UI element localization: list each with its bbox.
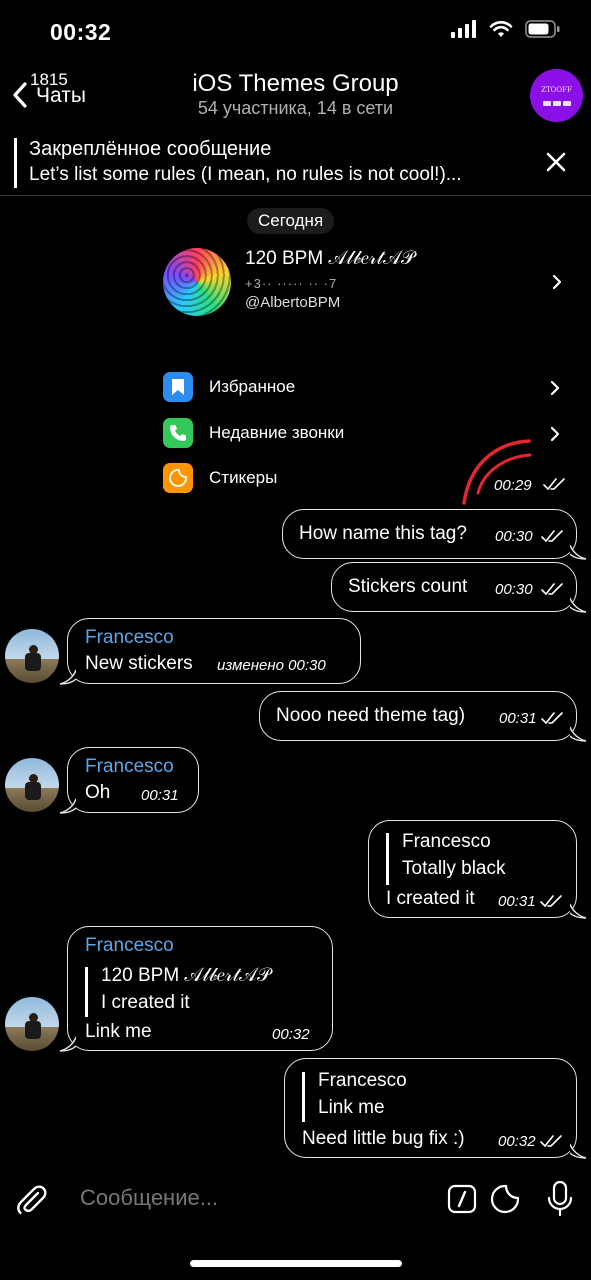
annotation-scribble <box>462 439 532 505</box>
message-text: How name this tag? <box>299 523 467 544</box>
message-text: New stickers <box>85 653 193 674</box>
reply-preview[interactable]: Francesco Link me <box>302 1070 562 1124</box>
message-bubble-outgoing[interactable]: Stickers count 00:30 <box>331 562 577 612</box>
message-time: 00:31 <box>141 787 179 804</box>
message-time: 00:31 <box>499 710 537 727</box>
menu-item-label: Недавние звонки <box>209 423 345 442</box>
message-time: 00:31 <box>498 893 536 910</box>
bubble-tail <box>59 1036 76 1052</box>
reply-preview[interactable]: 120 BPM 𝒜𝓁𝒷𝑒𝓇𝓉𝒜𝒫 I created it <box>85 965 320 1019</box>
phone-icon <box>163 418 193 448</box>
message-text: I created it <box>386 888 475 909</box>
sticker-icon <box>163 463 193 493</box>
message-time: 00:32 <box>272 1026 310 1043</box>
bubble-tail <box>570 1143 587 1159</box>
reply-accent-bar <box>85 967 88 1017</box>
bubble-tail <box>59 669 76 685</box>
reply-preview[interactable]: Francesco Totally black <box>386 831 566 885</box>
message-text: Nooo need theme tag) <box>276 705 466 726</box>
close-icon[interactable] <box>544 150 568 174</box>
message-text: Need little bug fix :) <box>302 1128 465 1149</box>
reply-author: Francesco <box>402 831 491 852</box>
profile-name: 120 BPM 𝒜𝓁𝒷𝑒𝓇𝓉𝒜𝒫 <box>245 248 415 269</box>
bubble-tail <box>570 544 587 560</box>
message-time: изменено 00:30 <box>217 657 326 674</box>
slash-command-icon[interactable] <box>447 1184 477 1214</box>
pinned-text: Let’s list some rules (I mean, no rules … <box>29 164 462 185</box>
reply-text: I created it <box>101 992 190 1013</box>
home-indicator[interactable] <box>190 1260 402 1267</box>
chevron-right-icon <box>550 380 560 396</box>
profile-avatar[interactable] <box>163 248 231 316</box>
double-check-icon <box>541 530 563 543</box>
pinned-message[interactable]: Закреплённое сообщение Let’s list some r… <box>0 134 591 196</box>
double-check-icon <box>541 712 563 725</box>
pinned-title: Закреплённое сообщение <box>29 138 272 160</box>
message-input[interactable]: Сообщение... <box>80 1185 218 1211</box>
chat-subtitle: 54 участника, 14 в сети <box>197 98 394 118</box>
message-text: Link me <box>85 1021 152 1042</box>
cellular-signal-icon <box>451 20 476 38</box>
chat-title[interactable]: iOS Themes Group <box>0 70 591 98</box>
sender-avatar[interactable] <box>5 629 59 683</box>
menu-item-label: Стикеры <box>209 468 278 487</box>
bubble-tail <box>570 726 587 742</box>
pinned-accent-bar <box>14 138 17 188</box>
message-bubble-incoming[interactable]: Francesco New stickers изменено 00:30 <box>67 618 361 684</box>
message-text: Stickers count <box>348 576 468 597</box>
message-text: Oh <box>85 782 111 803</box>
reply-text: Totally black <box>402 858 506 879</box>
message-bubble-outgoing[interactable]: How name this tag? 00:30 <box>282 509 577 559</box>
sender-name[interactable]: Francesco <box>85 627 174 649</box>
message-time: 00:30 <box>495 528 533 545</box>
paperclip-icon[interactable] <box>14 1182 48 1216</box>
date-separator: Сегодня <box>247 208 335 234</box>
menu-item-label: Избранное <box>209 377 296 396</box>
battery-icon <box>525 20 560 38</box>
bookmark-icon <box>163 372 193 402</box>
wifi-icon <box>489 21 513 37</box>
double-check-icon <box>540 895 562 908</box>
message-bubble-outgoing[interactable]: Francesco Link me Need little bug fix :)… <box>284 1058 577 1158</box>
bubble-tail <box>570 903 587 919</box>
sender-name[interactable]: Francesco <box>85 756 174 778</box>
sticker-icon[interactable] <box>489 1183 521 1215</box>
bubble-tail <box>570 597 587 613</box>
reply-accent-bar <box>386 833 389 885</box>
message-bubble-outgoing[interactable]: Francesco Totally black I created it 00:… <box>368 820 577 918</box>
double-check-icon <box>543 478 565 491</box>
message-bubble-incoming[interactable]: Francesco 120 BPM 𝒜𝓁𝒷𝑒𝓇𝓉𝒜𝒫 I created it … <box>67 926 333 1051</box>
reply-accent-bar <box>302 1072 305 1122</box>
status-time: 00:32 <box>50 19 112 45</box>
avatar-glyph <box>542 100 571 106</box>
reply-author: 120 BPM 𝒜𝓁𝒷𝑒𝓇𝓉𝒜𝒫 <box>101 965 271 986</box>
avatar-text: ZTOOFF <box>541 85 572 94</box>
message-time: 00:32 <box>498 1133 536 1150</box>
reply-author: Francesco <box>318 1070 407 1091</box>
profile-phone: +3·· ····· ·· ·7 <box>245 276 338 291</box>
message-bubble-incoming[interactable]: Francesco Oh 00:31 <box>67 747 199 813</box>
profile-handle: @AlbertoBPM <box>245 294 341 311</box>
double-check-icon <box>540 1135 562 1148</box>
chevron-right-icon <box>550 426 560 442</box>
chevron-right-icon <box>552 274 562 290</box>
status-icons <box>451 20 561 38</box>
menu-item-favorites[interactable]: Избранное <box>163 372 573 404</box>
sender-avatar[interactable] <box>5 758 59 812</box>
message-time: 00:30 <box>495 581 533 598</box>
message-bubble-outgoing[interactable]: Nooo need theme tag) 00:31 <box>259 691 577 741</box>
reply-text: Link me <box>318 1097 385 1118</box>
microphone-icon[interactable] <box>545 1180 575 1218</box>
double-check-icon <box>541 583 563 596</box>
sender-avatar[interactable] <box>5 997 59 1051</box>
bubble-tail <box>59 798 76 814</box>
group-avatar[interactable]: ZTOOFF <box>530 69 583 122</box>
sender-name[interactable]: Francesco <box>85 935 174 957</box>
